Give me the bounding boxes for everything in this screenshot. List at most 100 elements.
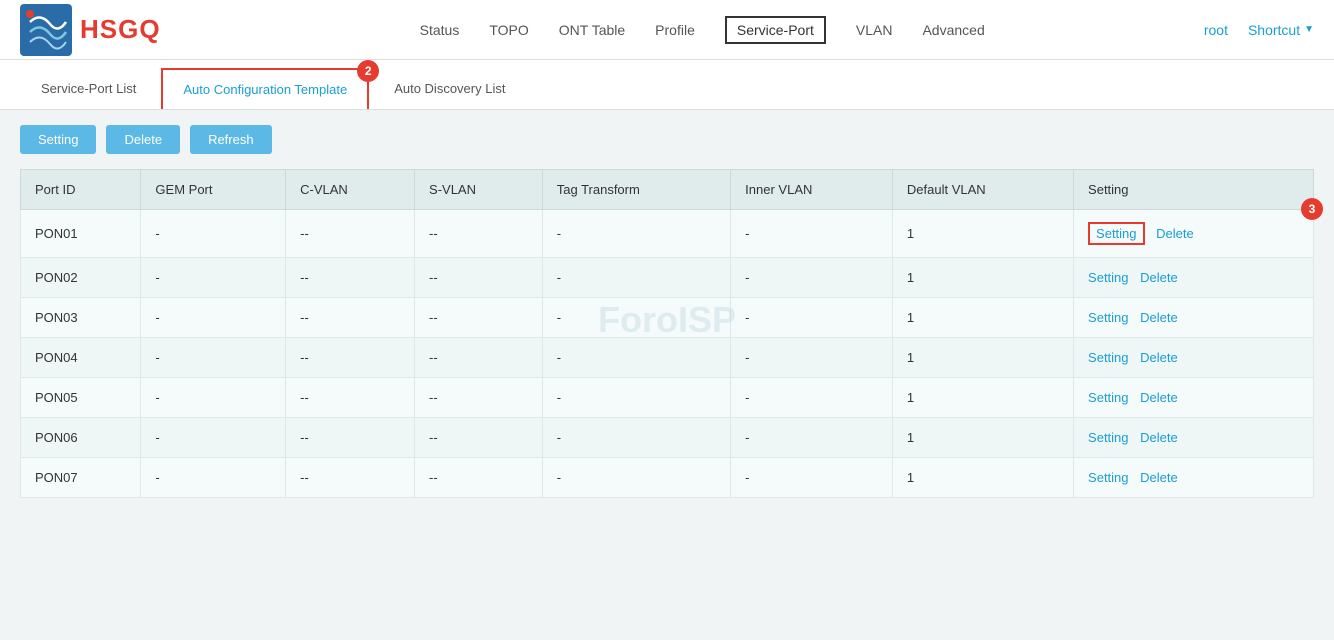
- cell-default-vlan: 1: [892, 298, 1073, 338]
- nav-right: root Shortcut ▼: [1204, 18, 1314, 42]
- row-delete-link[interactable]: Delete: [1140, 310, 1178, 325]
- cell-c-vlan: --: [286, 418, 415, 458]
- table-container: Port ID GEM Port C-VLAN S-VLAN Tag Trans…: [0, 169, 1334, 518]
- logo-icon: [20, 4, 72, 56]
- tab-auto-discovery-list[interactable]: Auto Discovery List: [373, 68, 526, 109]
- cell-s-vlan: --: [415, 458, 543, 498]
- cell-port-id: PON03: [21, 298, 141, 338]
- table-row: PON01 - -- -- - - 1 Setting Delete 3: [21, 210, 1314, 258]
- nav-user[interactable]: root: [1204, 18, 1228, 42]
- row-setting-link[interactable]: Setting: [1088, 270, 1128, 285]
- header: HSGQ Status TOPO ONT Table Profile Servi…: [0, 0, 1334, 60]
- cell-s-vlan: --: [415, 298, 543, 338]
- nav-advanced[interactable]: Advanced: [922, 18, 984, 42]
- nav-service-port[interactable]: Service-Port: [725, 16, 826, 44]
- cell-c-vlan: --: [286, 258, 415, 298]
- row-delete-link[interactable]: Delete: [1140, 430, 1178, 445]
- nav-topo[interactable]: TOPO: [489, 18, 528, 42]
- table-row: PON02 - -- -- - - 1 Setting Delete: [21, 258, 1314, 298]
- col-c-vlan: C-VLAN: [286, 170, 415, 210]
- logo-area: HSGQ: [20, 4, 161, 56]
- row-setting-link[interactable]: Setting: [1088, 222, 1144, 245]
- col-inner-vlan: Inner VLAN: [731, 170, 893, 210]
- row-delete-link[interactable]: Delete: [1140, 390, 1178, 405]
- col-gem-port: GEM Port: [141, 170, 286, 210]
- cell-tag-transform: -: [542, 338, 730, 378]
- cell-tag-transform: -: [542, 418, 730, 458]
- col-tag-transform: Tag Transform: [542, 170, 730, 210]
- main-nav: Status TOPO ONT Table Profile Service-Po…: [201, 16, 1204, 44]
- cell-c-vlan: --: [286, 210, 415, 258]
- row-setting-link[interactable]: Setting: [1088, 470, 1128, 485]
- setting-button[interactable]: Setting: [20, 125, 96, 154]
- cell-gem-port: -: [141, 298, 286, 338]
- cell-inner-vlan: -: [731, 338, 893, 378]
- nav-profile[interactable]: Profile: [655, 18, 695, 42]
- cell-gem-port: -: [141, 458, 286, 498]
- refresh-button[interactable]: Refresh: [190, 125, 272, 154]
- table-row: PON06 - -- -- - - 1 Setting Delete: [21, 418, 1314, 458]
- row-delete-link[interactable]: Delete: [1140, 350, 1178, 365]
- cell-tag-transform: -: [542, 378, 730, 418]
- col-port-id: Port ID: [21, 170, 141, 210]
- cell-default-vlan: 1: [892, 378, 1073, 418]
- cell-port-id: PON05: [21, 378, 141, 418]
- table-row: PON07 - -- -- - - 1 Setting Delete: [21, 458, 1314, 498]
- cell-s-vlan: --: [415, 418, 543, 458]
- cell-inner-vlan: -: [731, 458, 893, 498]
- tabs-bar: Service-Port List Auto Configuration Tem…: [0, 60, 1334, 110]
- table-row: PON05 - -- -- - - 1 Setting Delete: [21, 378, 1314, 418]
- cell-tag-transform: -: [542, 258, 730, 298]
- cell-port-id: PON01: [21, 210, 141, 258]
- cell-s-vlan: --: [415, 210, 543, 258]
- cell-c-vlan: --: [286, 338, 415, 378]
- cell-c-vlan: --: [286, 298, 415, 338]
- cell-port-id: PON02: [21, 258, 141, 298]
- brand-name: HSGQ: [80, 14, 161, 45]
- cell-inner-vlan: -: [731, 298, 893, 338]
- cell-port-id: PON07: [21, 458, 141, 498]
- row-delete-link[interactable]: Delete: [1156, 226, 1194, 241]
- cell-actions: Setting Delete: [1074, 378, 1314, 418]
- cell-actions: Setting Delete: [1074, 258, 1314, 298]
- main-table: Port ID GEM Port C-VLAN S-VLAN Tag Trans…: [20, 169, 1314, 498]
- delete-button[interactable]: Delete: [106, 125, 180, 154]
- nav-shortcut[interactable]: Shortcut ▼: [1248, 22, 1314, 38]
- nav-vlan[interactable]: VLAN: [856, 18, 893, 42]
- cell-actions: Setting Delete: [1074, 338, 1314, 378]
- cell-inner-vlan: -: [731, 418, 893, 458]
- cell-default-vlan: 1: [892, 258, 1073, 298]
- row-setting-link[interactable]: Setting: [1088, 310, 1128, 325]
- cell-c-vlan: --: [286, 378, 415, 418]
- nav-ont-table[interactable]: ONT Table: [559, 18, 625, 42]
- table-row: PON03 - -- -- - - 1 Setting Delete: [21, 298, 1314, 338]
- cell-port-id: PON06: [21, 418, 141, 458]
- cell-default-vlan: 1: [892, 418, 1073, 458]
- cell-actions: Setting Delete 3: [1074, 210, 1314, 258]
- row-delete-link[interactable]: Delete: [1140, 470, 1178, 485]
- cell-c-vlan: --: [286, 458, 415, 498]
- cell-gem-port: -: [141, 378, 286, 418]
- cell-default-vlan: 1: [892, 338, 1073, 378]
- row-setting-link[interactable]: Setting: [1088, 350, 1128, 365]
- col-setting: Setting: [1074, 170, 1314, 210]
- col-s-vlan: S-VLAN: [415, 170, 543, 210]
- row-delete-link[interactable]: Delete: [1140, 270, 1178, 285]
- cell-default-vlan: 1: [892, 458, 1073, 498]
- row-setting-link[interactable]: Setting: [1088, 430, 1128, 445]
- table-header-row: Port ID GEM Port C-VLAN S-VLAN Tag Trans…: [21, 170, 1314, 210]
- chevron-down-icon: ▼: [1304, 24, 1314, 35]
- row-setting-link[interactable]: Setting: [1088, 390, 1128, 405]
- cell-s-vlan: --: [415, 258, 543, 298]
- nav-status[interactable]: Status: [420, 18, 460, 42]
- cell-actions: Setting Delete: [1074, 418, 1314, 458]
- col-default-vlan: Default VLAN: [892, 170, 1073, 210]
- cell-tag-transform: -: [542, 210, 730, 258]
- cell-tag-transform: -: [542, 298, 730, 338]
- tab-auto-config-template[interactable]: Auto Configuration Template 2: [161, 68, 369, 109]
- toolbar: Setting Delete Refresh: [0, 110, 1334, 169]
- table-row: PON04 - -- -- - - 1 Setting Delete: [21, 338, 1314, 378]
- cell-gem-port: -: [141, 258, 286, 298]
- cell-gem-port: -: [141, 210, 286, 258]
- tab-service-port-list[interactable]: Service-Port List: [20, 68, 157, 109]
